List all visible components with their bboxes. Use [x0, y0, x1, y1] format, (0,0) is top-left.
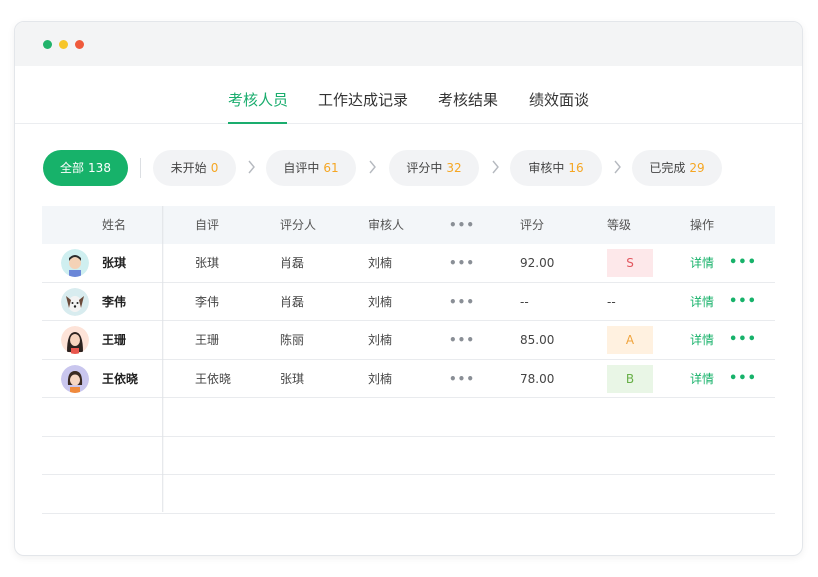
filter-count: 61 — [323, 161, 339, 175]
cell-reviewer: 刘楠 — [368, 333, 393, 347]
cell-rater: 陈丽 — [280, 333, 305, 347]
column-header-actions: 操作 — [690, 218, 715, 232]
column-header-name: 姓名 — [102, 218, 127, 232]
cell-name: 李伟 — [102, 294, 127, 309]
tab-assessees[interactable]: 考核人员 — [228, 89, 288, 110]
cell-self-review: 王珊 — [195, 333, 220, 347]
cell-reviewer: 刘楠 — [368, 371, 393, 386]
tab-interview[interactable]: 绩效面谈 — [529, 89, 589, 110]
detail-link[interactable]: 详情 — [690, 283, 714, 321]
filter-label: 审核中 — [528, 161, 565, 175]
empty-table-row — [42, 398, 775, 437]
cell-rater: 肖磊 — [280, 256, 305, 270]
filter-scoring[interactable]: 评分中 32 — [389, 150, 479, 186]
cell-rater: 肖磊 — [280, 294, 305, 309]
cell-self-review: 李伟 — [195, 294, 220, 309]
grade-badge: B — [607, 364, 653, 393]
empty-table-row — [42, 437, 775, 475]
window-minimize-dot[interactable] — [59, 40, 68, 49]
cell-self-review: 王依晓 — [195, 371, 232, 386]
cell-score: 78.00 — [520, 371, 555, 386]
table-row: 王珊 王珊 陈丽 刘楠 ••• 85.00 A 详情 ••• — [42, 321, 775, 360]
detail-link[interactable]: 详情 — [690, 360, 714, 398]
avatar-girl — [61, 364, 89, 393]
active-tab-indicator — [228, 122, 287, 124]
tab-work-records[interactable]: 工作达成记录 — [318, 89, 408, 110]
column-header-grade: 等级 — [607, 218, 632, 232]
chevron-right-icon — [492, 160, 499, 174]
cell-more: ••• — [449, 371, 476, 386]
cell-more: ••• — [449, 256, 476, 270]
avatar-man — [61, 249, 89, 277]
table-row: 王依晓 王依晓 张琪 刘楠 ••• 78.00 B 详情 ••• — [42, 360, 775, 398]
column-header-more[interactable]: ••• — [449, 206, 475, 244]
tab-bar: 考核人员 工作达成记录 考核结果 绩效面谈 — [15, 66, 802, 124]
empty-table-row — [42, 475, 775, 514]
filter-label: 评分中 — [406, 161, 443, 175]
filter-count: 16 — [568, 161, 584, 175]
chevron-right-icon — [248, 160, 255, 174]
cell-name: 王依晓 — [102, 371, 139, 386]
chevron-right-icon — [369, 160, 376, 174]
table-header: 姓名 自评 评分人 审核人 ••• 评分 等级 操作 — [42, 206, 775, 244]
cell-name: 王珊 — [102, 333, 127, 347]
fixed-column-divider — [162, 206, 164, 512]
table-row: 张琪 张琪 肖磊 刘楠 ••• 92.00 S 详情 ••• — [42, 244, 775, 283]
window-maximize-dot[interactable] — [43, 40, 52, 49]
cell-more: ••• — [449, 333, 476, 347]
cell-score: 92.00 — [520, 256, 555, 270]
detail-link[interactable]: 详情 — [690, 321, 714, 359]
column-header-self-review: 自评 — [195, 218, 220, 232]
cell-score: 85.00 — [520, 333, 555, 347]
detail-link[interactable]: 详情 — [690, 244, 714, 282]
cell-grade: -- — [607, 294, 616, 309]
row-more-button[interactable]: ••• — [729, 321, 757, 359]
chevron-right-icon — [614, 160, 621, 174]
table-row: 李伟 李伟 肖磊 刘楠 ••• -- -- 详情 ••• — [42, 283, 775, 321]
row-more-button[interactable]: ••• — [729, 360, 757, 398]
column-header-rater: 评分人 — [280, 218, 317, 232]
assessment-table: 姓名 自评 评分人 审核人 ••• 评分 等级 操作 张琪 张琪 肖磊 刘楠 •… — [42, 206, 775, 514]
tab-results[interactable]: 考核结果 — [438, 89, 498, 110]
app-window: 考核人员 工作达成记录 考核结果 绩效面谈 全部 138 未开始 0 自评中 61 评… — [14, 21, 803, 556]
filter-completed[interactable]: 已完成 29 — [632, 150, 722, 186]
avatar-dog — [61, 287, 89, 316]
cell-score: -- — [520, 294, 529, 309]
grade-badge: S — [607, 249, 653, 277]
filter-label: 全部 — [60, 161, 85, 175]
avatar-woman — [61, 326, 89, 354]
filter-label: 已完成 — [649, 161, 686, 175]
row-more-button[interactable]: ••• — [729, 244, 757, 282]
filter-count: 29 — [689, 161, 705, 175]
filter-count: 0 — [210, 161, 219, 175]
filter-label: 未开始 — [170, 161, 207, 175]
column-header-reviewer: 审核人 — [368, 218, 405, 232]
cell-self-review: 张琪 — [195, 256, 220, 270]
cell-reviewer: 刘楠 — [368, 256, 393, 270]
grade-badge: A — [607, 326, 653, 354]
cell-rater: 张琪 — [280, 371, 305, 386]
window-close-dot[interactable] — [75, 40, 84, 49]
title-bar — [15, 22, 802, 66]
column-header-score: 评分 — [520, 218, 545, 232]
filter-reviewing[interactable]: 审核中 16 — [510, 150, 602, 186]
cell-more: ••• — [449, 294, 476, 309]
filter-count: 32 — [446, 161, 462, 175]
filter-all[interactable]: 全部 138 — [43, 150, 128, 186]
filter-separator — [140, 158, 141, 178]
filter-not-started[interactable]: 未开始 0 — [153, 150, 236, 186]
cell-name: 张琪 — [102, 256, 127, 270]
filter-self-review[interactable]: 自评中 61 — [266, 150, 356, 186]
filter-count: 138 — [88, 161, 111, 175]
row-more-button[interactable]: ••• — [729, 283, 757, 321]
filter-label: 自评中 — [283, 161, 320, 175]
cell-reviewer: 刘楠 — [368, 294, 393, 309]
